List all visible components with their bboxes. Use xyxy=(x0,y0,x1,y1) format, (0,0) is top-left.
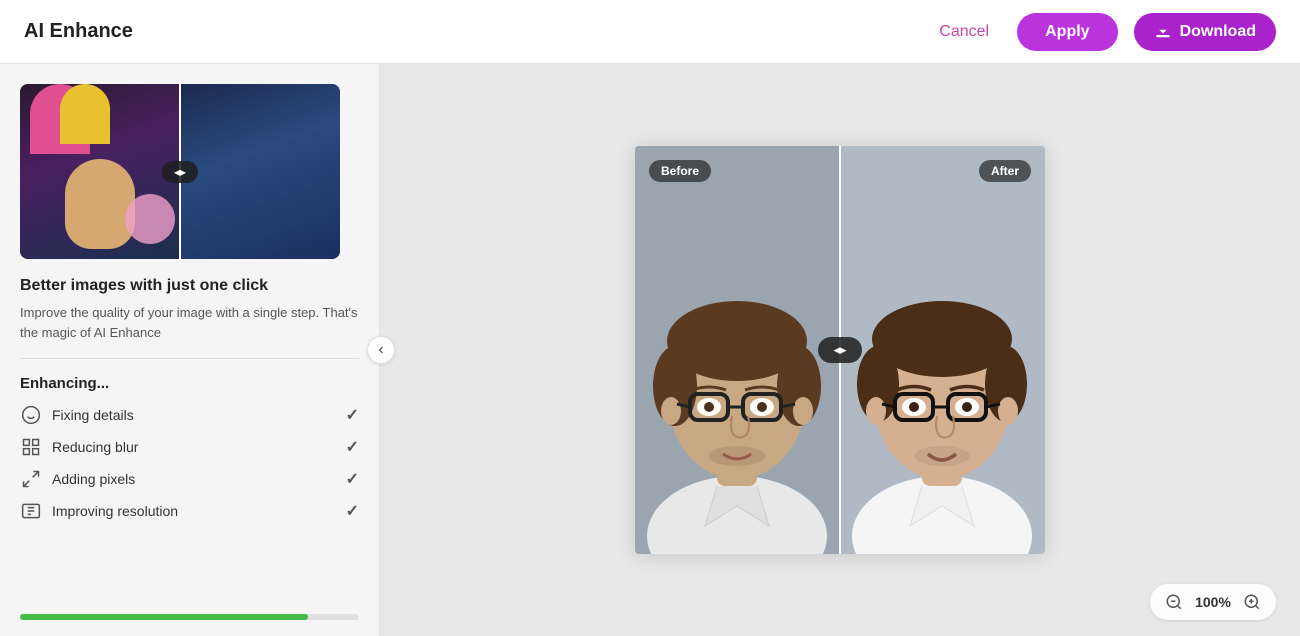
step-list: Fixing details ✓ Reducing blur xyxy=(20,404,359,522)
header-actions: Cancel Apply Download xyxy=(927,13,1276,51)
list-item: Reducing blur ✓ xyxy=(20,436,359,458)
progress-bar-fill xyxy=(20,614,308,620)
after-portrait xyxy=(840,146,1045,554)
compare-label-after: After xyxy=(979,160,1031,182)
compare-after xyxy=(840,146,1045,554)
left-panel: ◂▸ Better images with just one click Imp… xyxy=(0,64,380,636)
thumbnail-before xyxy=(20,84,180,259)
right-panel: Before After ◂▸ 100% xyxy=(380,64,1300,636)
step-left: Fixing details xyxy=(20,404,134,426)
step-check-icon: ✓ xyxy=(346,501,359,521)
grid-icon xyxy=(20,436,42,458)
step-label: Adding pixels xyxy=(52,471,135,487)
step-label: Fixing details xyxy=(52,407,134,423)
hair-decoration-2 xyxy=(60,84,110,144)
zoom-bar: 100% xyxy=(1150,584,1276,620)
divider xyxy=(20,358,359,359)
collapse-panel-button[interactable] xyxy=(367,336,395,364)
smile-icon xyxy=(20,404,42,426)
cancel-button[interactable]: Cancel xyxy=(927,15,1001,49)
step-label: Improving resolution xyxy=(52,503,178,519)
app-title: AI Enhance xyxy=(24,20,133,43)
step-label: Reducing blur xyxy=(52,439,138,455)
list-item: Adding pixels ✓ xyxy=(20,468,359,490)
resolution-icon xyxy=(20,500,42,522)
face-decoration xyxy=(65,159,135,249)
compare-handle[interactable]: ◂▸ xyxy=(818,337,862,363)
header: AI Enhance Cancel Apply Download xyxy=(0,0,1300,64)
list-item: Fixing details ✓ xyxy=(20,404,359,426)
step-check-icon: ✓ xyxy=(346,469,359,489)
step-check-icon: ✓ xyxy=(346,437,359,457)
compare-label-before: Before xyxy=(649,160,711,182)
thumbnail-preview: ◂▸ xyxy=(20,84,340,259)
thumbnail-handle[interactable]: ◂▸ xyxy=(162,161,198,183)
zoom-level: 100% xyxy=(1194,594,1232,610)
expand-icon xyxy=(20,468,42,490)
zoom-in-button[interactable] xyxy=(1240,590,1264,614)
step-left: Reducing blur xyxy=(20,436,138,458)
download-label: Download xyxy=(1180,23,1256,41)
step-left: Improving resolution xyxy=(20,500,178,522)
thumbnail-after xyxy=(180,84,340,259)
progress-bar-background xyxy=(20,614,359,620)
download-button[interactable]: Download xyxy=(1134,13,1276,51)
compare-container: Before After ◂▸ xyxy=(635,146,1045,554)
enhancing-title: Enhancing... xyxy=(20,375,359,392)
zoom-out-button[interactable] xyxy=(1162,590,1186,614)
before-portrait xyxy=(635,146,840,554)
apply-button[interactable]: Apply xyxy=(1017,13,1117,51)
bubble-decoration xyxy=(125,194,175,244)
download-icon xyxy=(1154,23,1172,41)
main-content: ◂▸ Better images with just one click Imp… xyxy=(0,64,1300,636)
promo-title: Better images with just one click xyxy=(20,277,359,295)
promo-desc: Improve the quality of your image with a… xyxy=(20,303,359,342)
compare-before xyxy=(635,146,840,554)
step-check-icon: ✓ xyxy=(346,405,359,425)
step-left: Adding pixels xyxy=(20,468,135,490)
list-item: Improving resolution ✓ xyxy=(20,500,359,522)
